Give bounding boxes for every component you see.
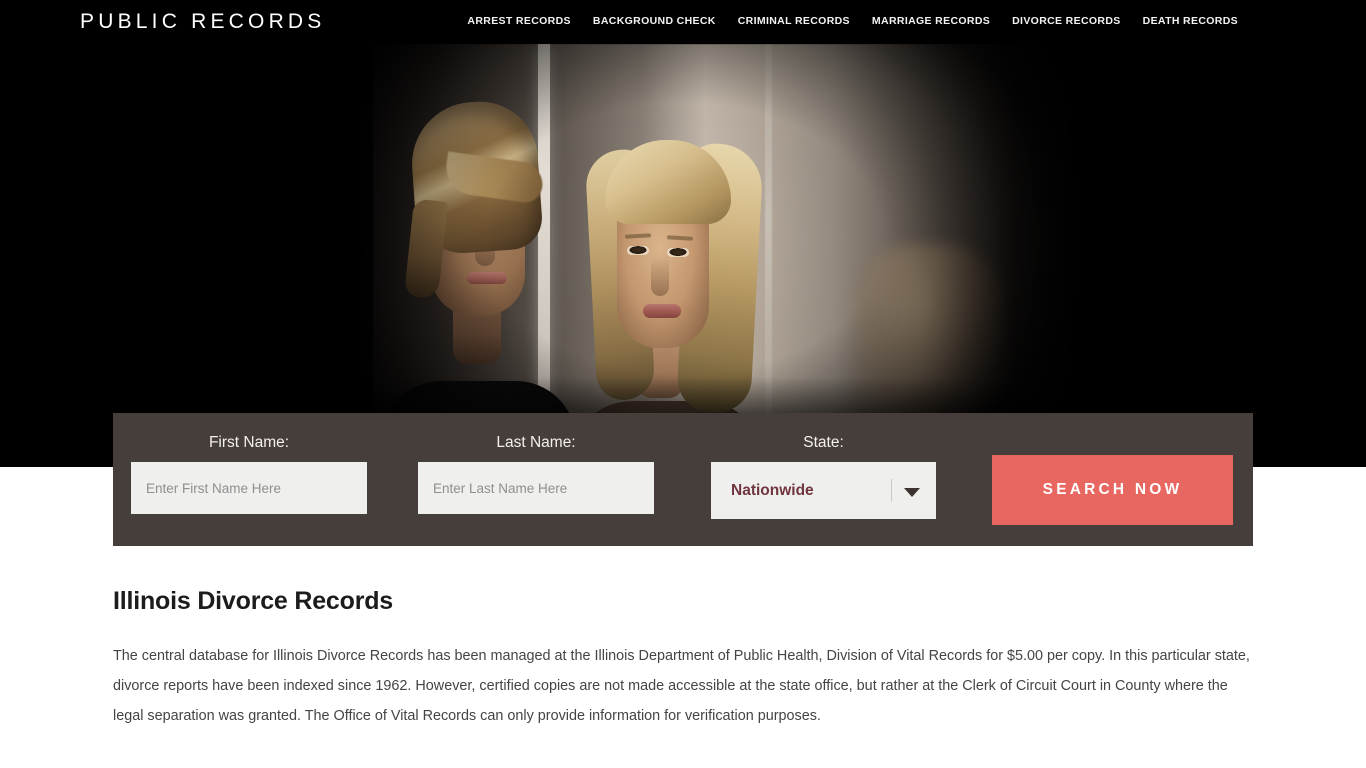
chevron-down-icon — [904, 488, 920, 497]
state-select-value: Nationwide — [731, 481, 814, 499]
page-title: Illinois Divorce Records — [113, 587, 394, 615]
nav-divorce-records[interactable]: DIVORCE RECORDS — [1012, 14, 1121, 28]
nav-criminal-records[interactable]: CRIMINAL RECORDS — [738, 14, 850, 28]
search-panel: First Name: Last Name: State: Nationwide… — [113, 413, 1253, 546]
hero-image-backdrop — [253, 44, 1113, 467]
first-name-field-group: First Name: — [131, 432, 367, 514]
first-name-label: First Name: — [208, 434, 290, 451]
nav-arrest-records[interactable]: ARREST RECORDS — [467, 14, 571, 28]
last-name-label: Last Name: — [496, 434, 576, 451]
state-select-separator — [891, 479, 892, 502]
state-label: State: — [803, 434, 844, 451]
last-name-field-group: Last Name: — [418, 432, 654, 514]
last-name-input[interactable] — [418, 462, 654, 514]
site-logo[interactable]: PUBLIC RECORDS — [80, 9, 326, 35]
hero-image — [253, 44, 1113, 467]
nav-background-check[interactable]: BACKGROUND CHECK — [593, 14, 716, 28]
nav-marriage-records[interactable]: MARRIAGE RECORDS — [872, 14, 990, 28]
state-select[interactable]: Nationwide — [711, 462, 936, 519]
article-content: Illinois Divorce Records The central dat… — [113, 585, 1253, 757]
state-field-group: State: Nationwide — [711, 432, 936, 519]
hero-banner — [0, 44, 1366, 467]
first-name-input[interactable] — [131, 462, 367, 514]
article-paragraph-1: The central database for Illinois Divorc… — [113, 648, 1250, 724]
search-now-button[interactable]: SEARCH NOW — [992, 455, 1233, 525]
site-header: PUBLIC RECORDS ARREST RECORDS BACKGROUND… — [0, 0, 1366, 44]
main-navigation: ARREST RECORDS BACKGROUND CHECK CRIMINAL… — [467, 14, 1238, 28]
nav-death-records[interactable]: DEATH RECORDS — [1143, 14, 1238, 28]
